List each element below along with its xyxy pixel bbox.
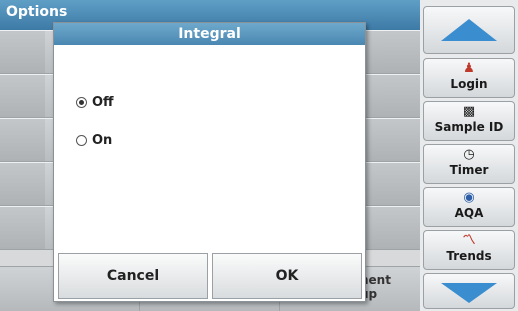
sample-id-button[interactable]: ▩ Sample ID (423, 101, 515, 141)
login-label: Login (450, 77, 488, 91)
aqa-icon: ◉ (463, 190, 475, 205)
sidebar: ♟ Login ▩ Sample ID ◷ Timer ◉ AQA 〽 Tren… (420, 0, 518, 311)
timer-label: Timer (449, 163, 489, 177)
ok-button[interactable]: OK (212, 253, 362, 299)
aqa-label: AQA (454, 206, 484, 220)
timer-button[interactable]: ◷ Timer (423, 144, 515, 184)
option-off[interactable]: Off (76, 95, 114, 110)
trends-button[interactable]: 〽 Trends (423, 230, 515, 270)
down-arrow-icon (441, 283, 497, 303)
login-button[interactable]: ♟ Login (423, 58, 515, 98)
option-on-label: On (92, 133, 113, 148)
timer-icon: ◷ (463, 147, 475, 162)
option-on[interactable]: On (76, 133, 112, 148)
radio-on[interactable] (76, 135, 87, 146)
trends-label: Trends (446, 249, 492, 263)
aqa-button[interactable]: ◉ AQA (423, 187, 515, 227)
scroll-down-button[interactable] (423, 273, 515, 309)
sample-icon: ▩ (462, 104, 476, 119)
option-off-label: Off (92, 95, 114, 110)
sample-id-label: Sample ID (434, 120, 504, 134)
cancel-button[interactable]: Cancel (58, 253, 208, 299)
dialog-title: Integral (54, 23, 365, 45)
trends-icon: 〽 (462, 233, 476, 248)
radio-off[interactable] (76, 97, 87, 108)
up-arrow-icon (441, 19, 497, 41)
person-icon: ♟ (463, 61, 475, 76)
scroll-up-button[interactable] (423, 6, 515, 54)
integral-dialog: Integral Off On Cancel OK (53, 22, 366, 302)
